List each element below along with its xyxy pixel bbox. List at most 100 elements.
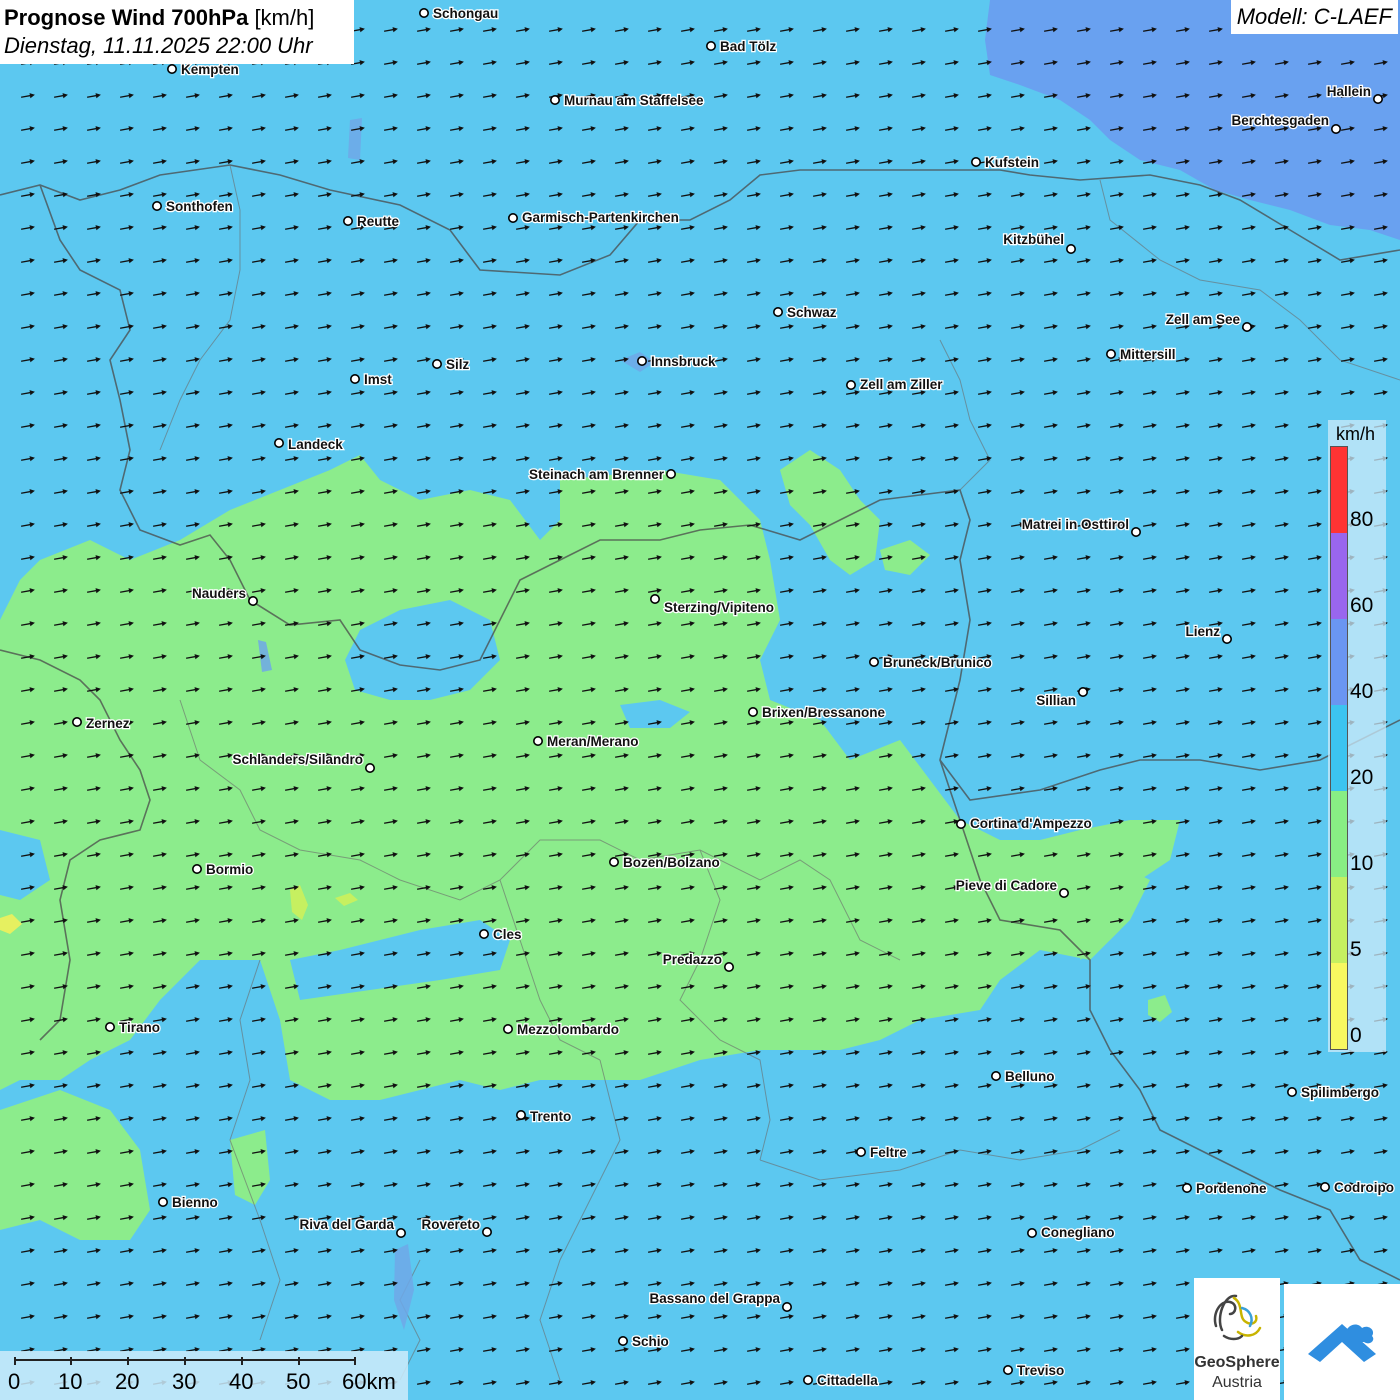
- model-label: Modell: C-LAEF: [1230, 0, 1398, 34]
- scale-tick: [298, 1357, 300, 1365]
- legend-label-10: 10: [1350, 852, 1374, 875]
- city-dot-icon: [532, 735, 543, 746]
- city-marker[interactable]: Bozen/Bolzano: [608, 854, 721, 871]
- city-label: Landeck: [288, 437, 343, 452]
- scale-label: 10: [58, 1369, 83, 1394]
- city-dot-icon: [364, 762, 375, 773]
- city-label: Garmisch-Partenkirchen: [522, 210, 679, 225]
- city-label: Reutte: [357, 214, 399, 229]
- city-label: Treviso: [1017, 1363, 1064, 1378]
- city-marker[interactable]: Cortina d'Ampezzo: [955, 815, 1093, 832]
- legend-swatch-0-5: [1331, 963, 1347, 1049]
- city-dot-icon: [152, 201, 163, 212]
- city-dot-icon: [1106, 348, 1117, 359]
- wind-map: Schongau Bad Tölz Kempten Murnau am Staffel…: [0, 0, 1400, 1400]
- scale-tick: [354, 1357, 356, 1365]
- city-marker[interactable]: Brixen/Bressanone: [747, 704, 887, 721]
- city-marker[interactable]: Meran/Merano: [532, 733, 640, 750]
- city-marker[interactable]: Pordenone: [1182, 1180, 1268, 1197]
- legend-label-20: 20: [1350, 766, 1374, 789]
- city-label: Zell am See: [1166, 312, 1241, 327]
- city-label: Lienz: [1185, 624, 1220, 639]
- city-dot-icon: [970, 157, 981, 168]
- scale-label: 0: [8, 1369, 21, 1394]
- scale-label: 20: [115, 1369, 140, 1394]
- logo-sub: Austria: [1212, 1374, 1262, 1391]
- city-dot-icon: [868, 656, 879, 667]
- weather-app-logo[interactable]: [1284, 1284, 1400, 1400]
- city-label: Murnau am Staffelsee: [564, 93, 704, 108]
- title-box: Prognose Wind 700hPa [km/h] Dienstag, 11…: [0, 0, 354, 64]
- city-dot-icon: [747, 706, 758, 717]
- city-label: Trento: [530, 1109, 571, 1124]
- city-dot-icon: [990, 1071, 1001, 1082]
- city-marker[interactable]: Zell am Ziller: [845, 376, 945, 393]
- scale-tick: [70, 1357, 72, 1365]
- scale-tick: [127, 1357, 129, 1365]
- city-label: Berchtesgaden: [1231, 113, 1329, 128]
- city-label: Kempten: [181, 62, 239, 77]
- city-dot-icon: [1027, 1228, 1038, 1239]
- city-label: Sonthofen: [166, 199, 233, 214]
- city-dot-icon: [192, 863, 203, 874]
- city-dot-icon: [349, 373, 360, 384]
- city-label: Bad Tölz: [720, 39, 776, 54]
- color-legend: km/h 80 60 40 20 10 5 0: [1328, 420, 1386, 1052]
- city-label: Pieve di Cadore: [956, 878, 1058, 893]
- geosphere-emblem-icon: [1213, 1294, 1262, 1341]
- city-marker[interactable]: Garmisch-Partenkirchen: [507, 209, 680, 226]
- legend-label-40: 40: [1350, 680, 1374, 703]
- city-label: Conegliano: [1041, 1225, 1115, 1240]
- city-label: Zernez: [86, 716, 130, 731]
- city-label: Matrei in Osttirol: [1022, 517, 1129, 532]
- legend-swatch-60-80: [1331, 533, 1347, 619]
- city-dot-icon: [802, 1375, 813, 1386]
- city-dot-icon: [167, 64, 178, 75]
- legend-color-bar: [1330, 446, 1348, 1050]
- city-label: Kitzbühel: [1003, 232, 1064, 247]
- city-label: Bruneck/Brunico: [883, 655, 992, 670]
- city-label: Cittadella: [817, 1373, 878, 1388]
- legend-label-0: 0: [1350, 1024, 1362, 1047]
- city-label: Mittersill: [1120, 347, 1176, 362]
- city-label: Schongau: [433, 6, 498, 21]
- scale-label: 60km: [342, 1369, 396, 1394]
- legend-unit: km/h: [1336, 424, 1376, 444]
- city-label: Pordenone: [1196, 1181, 1267, 1196]
- geosphere-logo[interactable]: GeoSphere Austria: [1194, 1278, 1280, 1400]
- city-label: Tirano: [119, 1020, 160, 1035]
- city-dot-icon: [845, 379, 856, 390]
- city-label: Belluno: [1005, 1069, 1055, 1084]
- city-dot-icon: [507, 213, 518, 224]
- city-marker[interactable]: Conegliano: [1027, 1224, 1116, 1241]
- city-dot-icon: [342, 216, 353, 227]
- city-dot-icon: [608, 856, 619, 867]
- city-dot-icon: [273, 437, 284, 448]
- legend-swatch-40-60: [1331, 619, 1347, 705]
- city-marker[interactable]: Bruneck/Brunico: [868, 654, 993, 671]
- city-dot-icon: [955, 818, 966, 829]
- city-marker[interactable]: Spilimbergo: [1287, 1084, 1380, 1101]
- city-dot-icon: [617, 1336, 628, 1347]
- city-marker[interactable]: Mezzolombardo: [502, 1021, 620, 1038]
- city-label: Imst: [364, 372, 392, 387]
- map-area[interactable]: Schongau Bad Tölz Kempten Murnau am Staffel…: [0, 0, 1400, 1400]
- city-label: Brixen/Bressanone: [762, 705, 886, 720]
- city-dot-icon: [1002, 1365, 1013, 1376]
- city-dot-icon: [549, 95, 560, 106]
- city-label: Meran/Merano: [547, 734, 639, 749]
- city-marker[interactable]: Murnau am Staffelsee: [549, 92, 705, 109]
- city-dot-icon: [723, 961, 734, 972]
- city-dot-icon: [72, 716, 83, 727]
- city-dot-icon: [705, 40, 716, 51]
- map-title: Prognose Wind 700hPa [km/h]: [4, 3, 354, 32]
- logo-name: GeoSphere: [1194, 1354, 1280, 1371]
- city-dot-icon: [481, 1227, 492, 1238]
- city-dot-icon: [1242, 321, 1253, 332]
- scale-bar: 0 10 20 30 40 50 60km: [0, 1351, 408, 1400]
- city-label: Steinach am Brenner: [529, 467, 665, 482]
- city-label: Riva del Garda: [299, 1217, 394, 1232]
- city-marker[interactable]: Steinach am Brenner: [528, 466, 676, 483]
- city-label: Bassano del Grappa: [649, 1291, 780, 1306]
- scale-label: 40: [229, 1369, 254, 1394]
